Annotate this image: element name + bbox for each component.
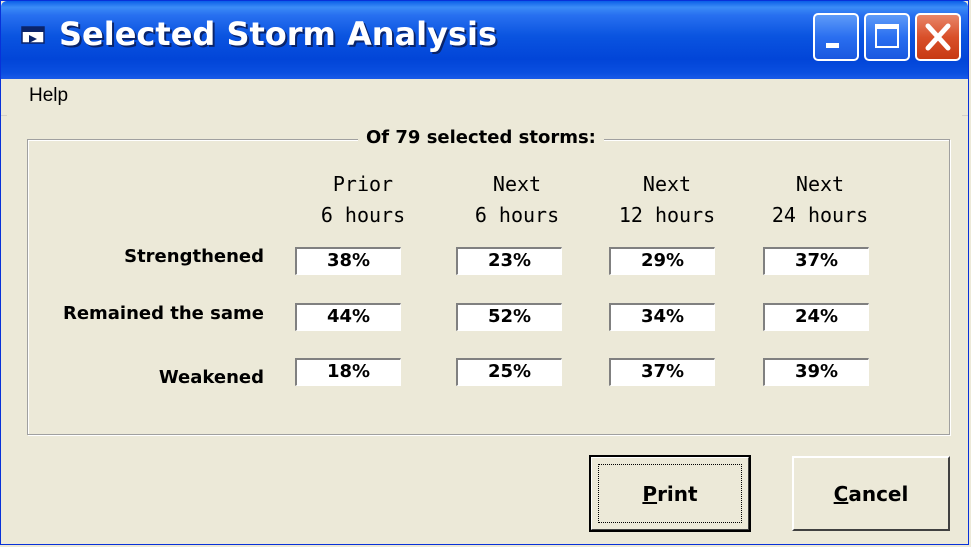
focus-rectangle	[598, 464, 742, 523]
storm-analysis-window: Selected Storm Analysis Help Of 79 selec…	[0, 0, 969, 545]
row-label-weakened: Weakened	[158, 367, 264, 388]
value-strengthened-next-12h: 29%	[609, 247, 715, 275]
value-weakened-next-6h: 25%	[456, 358, 562, 386]
column-header-next-12h: Next 12 hours	[597, 169, 737, 231]
app-window-icon	[21, 26, 45, 44]
menu-bar: Help	[1, 79, 968, 116]
row-label-remained-the-same: Remained the same	[62, 303, 264, 324]
menu-help[interactable]: Help	[29, 85, 68, 107]
value-strengthened-prior-6h: 38%	[295, 247, 401, 275]
value-same-prior-6h: 44%	[295, 303, 401, 331]
column-header-line2: 24 hours	[771, 203, 869, 227]
column-header-line1: Next	[795, 172, 845, 196]
cancel-label-rest: ancel	[848, 481, 909, 506]
column-header-prior-6h: Prior 6 hours	[293, 169, 433, 231]
column-header-next-24h: Next 24 hours	[750, 169, 890, 231]
value-weakened-next-24h: 39%	[763, 358, 869, 386]
close-icon	[925, 23, 951, 51]
value-strengthened-next-24h: 37%	[763, 247, 869, 275]
row-label-strengthened: Strengthened	[124, 246, 264, 267]
value-same-next-6h: 52%	[456, 303, 562, 331]
value-weakened-next-12h: 37%	[609, 358, 715, 386]
cancel-button[interactable]: Cancel	[792, 456, 950, 531]
column-header-line2: 6 hours	[474, 203, 560, 227]
cancel-button-label: Cancel	[834, 482, 909, 506]
value-same-next-12h: 34%	[609, 303, 715, 331]
column-header-next-6h: Next 6 hours	[447, 169, 587, 231]
title-bar[interactable]: Selected Storm Analysis	[1, 1, 968, 79]
close-button[interactable]	[915, 13, 961, 61]
minimize-icon	[826, 43, 839, 48]
group-caption: Of 79 selected storms:	[358, 127, 604, 148]
column-header-line1: Next	[642, 172, 692, 196]
column-header-line1: Prior	[332, 172, 394, 196]
window-title: Selected Storm Analysis	[59, 15, 498, 53]
column-header-line2: 12 hours	[618, 203, 716, 227]
value-same-next-24h: 24%	[763, 303, 869, 331]
dialog-client: Of 79 selected storms: Prior 6 hours Nex…	[7, 115, 962, 538]
value-strengthened-next-6h: 23%	[456, 247, 562, 275]
value-weakened-prior-6h: 18%	[295, 358, 401, 386]
print-button[interactable]: Print	[589, 455, 751, 532]
maximize-button[interactable]	[864, 13, 910, 61]
column-header-line2: 6 hours	[320, 203, 406, 227]
maximize-icon	[875, 24, 899, 48]
column-header-line1: Next	[492, 172, 542, 196]
minimize-button[interactable]	[813, 13, 859, 61]
cancel-mnemonic: C	[833, 481, 849, 506]
